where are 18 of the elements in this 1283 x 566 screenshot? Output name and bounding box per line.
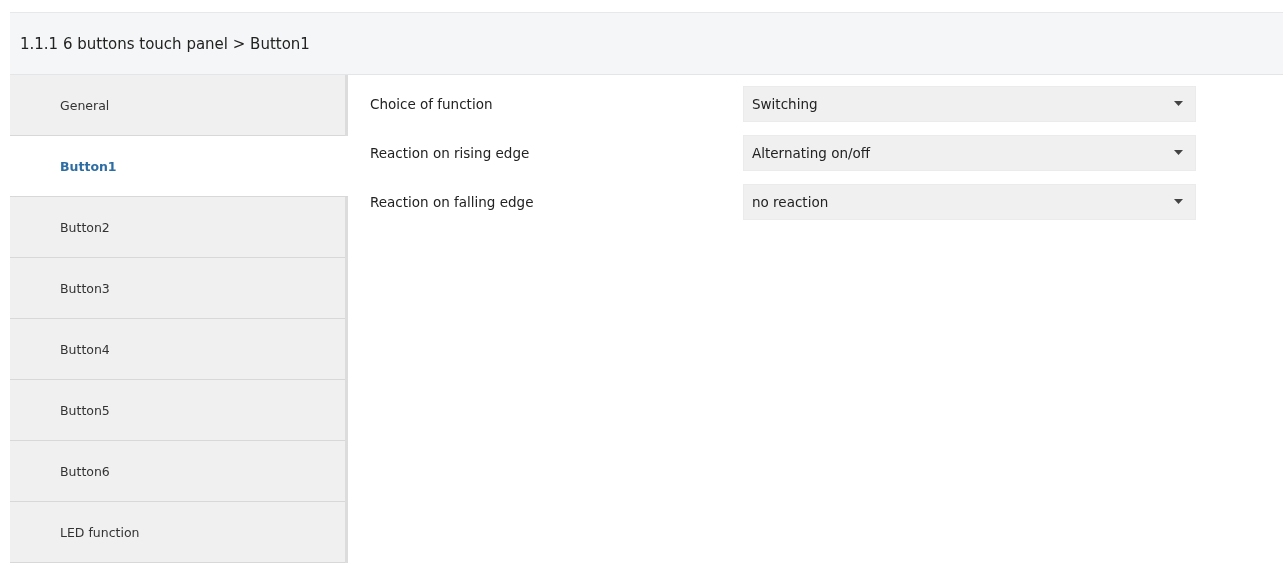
dropdown[interactable]: Alternating on/off	[743, 134, 1196, 171]
dropdown[interactable]: no reaction	[743, 183, 1196, 220]
sidebar-item[interactable]: Button1	[10, 136, 348, 197]
parameter-label: Choice of function	[369, 95, 494, 112]
sidebar-item[interactable]: Button2	[10, 197, 345, 258]
caret-icon	[1174, 101, 1183, 106]
caret-icon	[1174, 150, 1183, 155]
sidebar-item[interactable]: Button6	[10, 441, 345, 502]
sidebar-item[interactable]: Button4	[10, 319, 345, 380]
sidebar-item[interactable]: Button5	[10, 380, 345, 441]
sidebar-item[interactable]: LED function	[10, 502, 345, 563]
caret-icon	[1174, 199, 1183, 204]
sidebar-item[interactable]: General	[10, 75, 345, 136]
dropdown[interactable]: Switching	[743, 85, 1196, 122]
parameter-label: Reaction on falling edge	[369, 193, 535, 210]
parameter-label: Reaction on rising edge	[369, 144, 531, 161]
page-title: 1.1.1 6 buttons touch panel > Button1	[20, 34, 310, 53]
sidebar-item[interactable]: Button3	[10, 258, 345, 319]
